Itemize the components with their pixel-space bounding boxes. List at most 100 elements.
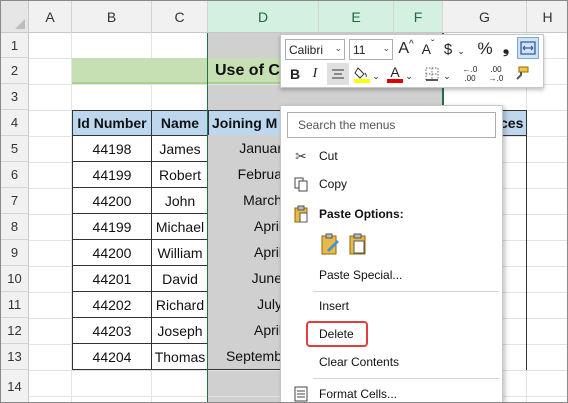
selection-border bbox=[207, 33, 208, 402]
row-header-2[interactable]: 2 bbox=[1, 58, 29, 84]
header-joining-month[interactable]: Joining M bbox=[208, 110, 288, 136]
borders-icon bbox=[425, 67, 439, 81]
cell-name[interactable]: Michael bbox=[151, 213, 209, 240]
row-header-3[interactable]: 3 bbox=[1, 84, 29, 110]
font-size-value: 11 bbox=[353, 42, 366, 57]
font-size-box[interactable]: 11 ⌄ bbox=[349, 39, 393, 60]
cell-id[interactable]: 44199 bbox=[72, 161, 152, 188]
cell-month[interactable]: April bbox=[208, 239, 288, 266]
cell-name[interactable]: John bbox=[151, 187, 209, 214]
cell-name[interactable]: Joseph bbox=[151, 317, 209, 344]
row-header-8[interactable]: 8 bbox=[1, 214, 29, 240]
chevron-down-icon: ⌄ bbox=[372, 70, 380, 81]
merge-center-button[interactable] bbox=[517, 37, 539, 59]
menu-item-cut[interactable]: ✂ Cut bbox=[281, 144, 502, 168]
paint-bucket-icon bbox=[354, 67, 370, 83]
row-header-9[interactable]: 9 bbox=[1, 240, 29, 266]
font-name-box[interactable]: Calibri ⌄ bbox=[285, 39, 345, 60]
menu-item-copy[interactable]: Copy bbox=[281, 172, 502, 196]
cell-id[interactable]: 44200 bbox=[72, 187, 152, 214]
col-header-f[interactable]: F bbox=[394, 1, 443, 33]
col-header-h[interactable]: H bbox=[527, 1, 567, 33]
cell-id[interactable]: 44199 bbox=[72, 213, 152, 240]
percent-button[interactable]: % bbox=[476, 38, 494, 60]
menu-item-label: Copy bbox=[319, 177, 348, 191]
fill-color-button[interactable] bbox=[353, 63, 371, 85]
cell-month[interactable]: March bbox=[208, 187, 288, 214]
menu-item-clear-contents[interactable]: Clear Contents bbox=[281, 350, 502, 374]
cell-id[interactable]: 44198 bbox=[72, 135, 152, 162]
row-header-14[interactable]: 14 bbox=[1, 370, 29, 402]
comma-style-button[interactable]: ❟ bbox=[500, 38, 512, 60]
chevron-down-icon: ⌄ bbox=[334, 43, 342, 53]
cell-name[interactable]: Richard bbox=[151, 291, 209, 318]
align-center-button[interactable] bbox=[327, 63, 349, 85]
format-painter-button[interactable] bbox=[511, 63, 531, 85]
currency-button[interactable]: $ bbox=[441, 38, 455, 60]
font-color-button[interactable]: A bbox=[387, 63, 403, 85]
cell-month[interactable]: April bbox=[208, 213, 288, 240]
merge-icon bbox=[520, 41, 536, 55]
increase-decimal-icon: ←.0 bbox=[462, 65, 478, 74]
col-header-c[interactable]: C bbox=[152, 1, 208, 33]
format-cells-icon bbox=[292, 385, 310, 402]
cell-month[interactable]: June bbox=[208, 265, 288, 292]
row-header-13[interactable]: 13 bbox=[1, 344, 29, 370]
row-header-4[interactable]: 4 bbox=[1, 110, 29, 136]
header-name[interactable]: Name bbox=[151, 110, 209, 136]
menu-item-paste-special[interactable]: Paste Special... bbox=[281, 263, 502, 287]
select-all-corner[interactable] bbox=[1, 1, 29, 33]
grow-font-button[interactable]: A ^ bbox=[397, 38, 415, 60]
bold-button[interactable]: B bbox=[287, 63, 303, 85]
row-header-5[interactable]: 5 bbox=[1, 136, 29, 162]
col-header-g[interactable]: G bbox=[443, 1, 527, 33]
cell-id[interactable]: 44200 bbox=[72, 239, 152, 266]
cell-name[interactable]: William bbox=[151, 239, 209, 266]
row-header-6[interactable]: 6 bbox=[1, 162, 29, 188]
col-header-d[interactable]: D bbox=[208, 1, 319, 33]
cell-id[interactable]: 44203 bbox=[72, 317, 152, 344]
menu-item-format-cells[interactable]: Format Cells... bbox=[281, 382, 502, 402]
chevron-down-icon: ⌄ bbox=[405, 70, 413, 81]
paste-default-button[interactable] bbox=[319, 232, 341, 256]
increase-decimal-button[interactable]: ←.0.00 bbox=[459, 63, 481, 85]
row-header-7[interactable]: 7 bbox=[1, 188, 29, 214]
cell-month[interactable]: Januar bbox=[208, 135, 288, 162]
cell-name[interactable]: Robert bbox=[151, 161, 209, 188]
cell-month[interactable]: July bbox=[208, 291, 288, 318]
row-header-1[interactable]: 1 bbox=[1, 33, 29, 58]
cell-month[interactable]: April bbox=[208, 317, 288, 344]
menu-item-label: Paste Options: bbox=[319, 207, 404, 221]
font-name-value: Calibri bbox=[289, 42, 324, 57]
col-header-b[interactable]: B bbox=[72, 1, 152, 33]
cell-name[interactable]: David bbox=[151, 265, 209, 292]
align-center-icon bbox=[332, 69, 344, 79]
chevron-down-icon: ⌄ bbox=[457, 45, 465, 56]
menu-item-insert[interactable]: Insert bbox=[281, 294, 502, 318]
borders-button[interactable] bbox=[423, 63, 441, 85]
col-header-e[interactable]: E bbox=[319, 1, 394, 33]
context-menu: Search the menus ✂ Cut Copy Paste Option… bbox=[280, 105, 503, 402]
cell-name[interactable]: James bbox=[151, 135, 209, 162]
cell-id[interactable]: 44204 bbox=[72, 343, 152, 370]
cell-month[interactable]: Februa bbox=[208, 161, 288, 188]
italic-button[interactable]: I bbox=[308, 63, 322, 85]
cell-id[interactable]: 44202 bbox=[72, 291, 152, 318]
shrink-font-button[interactable]: Aˇ bbox=[419, 38, 437, 60]
copy-icon bbox=[292, 175, 310, 193]
chevron-down-icon: ⌄ bbox=[443, 70, 451, 81]
paste-values-button[interactable] bbox=[347, 232, 369, 256]
sheet-title: Use of C bbox=[215, 62, 280, 79]
cell-month[interactable]: Septemb bbox=[208, 343, 288, 370]
cell-name[interactable]: Thomas bbox=[151, 343, 209, 370]
search-menus-input[interactable]: Search the menus bbox=[287, 112, 496, 138]
row-header-11[interactable]: 11 bbox=[1, 292, 29, 318]
menu-item-label: Clear Contents bbox=[319, 355, 400, 369]
col-header-a[interactable]: A bbox=[29, 1, 72, 33]
row-header-10[interactable]: 10 bbox=[1, 266, 29, 292]
cell-id[interactable]: 44201 bbox=[72, 265, 152, 292]
decrease-decimal-icon: .00 bbox=[490, 65, 502, 74]
decrease-decimal-button[interactable]: .00 →.0 bbox=[485, 63, 507, 85]
row-header-12[interactable]: 12 bbox=[1, 318, 29, 344]
header-id-number[interactable]: Id Number bbox=[72, 110, 152, 136]
